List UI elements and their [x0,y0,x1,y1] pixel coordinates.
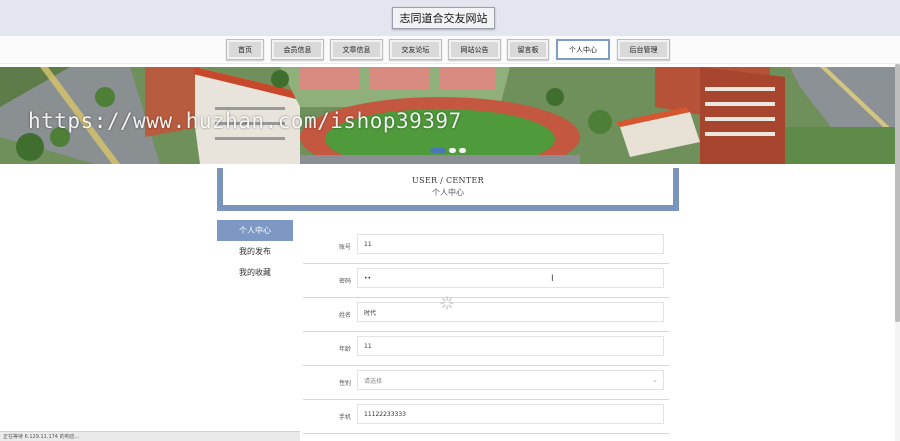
section-title-en: USER / CENTER [412,176,484,185]
chevron-down-icon: ⌄ [652,376,658,384]
sidebar-item-my-favorites[interactable]: 我的收藏 [217,262,293,283]
form-row-account: 账号 11 [303,230,669,264]
browser-status-bar: 正在等待 6.129.11.174 的响应... [0,431,300,441]
form-row-age: 年龄 11 [303,332,669,366]
password-field[interactable]: •• [357,268,664,288]
account-field[interactable]: 11 [357,234,664,254]
nav-articles[interactable]: 文章信息 [330,39,383,60]
form-row-phone: 手机 11122233333 [303,400,669,434]
nav-admin[interactable]: 后台管理 [617,39,670,60]
nav-announcements[interactable]: 网站公告 [448,39,501,60]
form-row-password: 密码 •• [303,264,669,298]
status-text: 正在等待 6.129.11.174 的响应... [3,434,80,440]
watermark-text: https://www.huzhan.com/ishop39397 [28,109,462,133]
form-row-name: 姓名 时代 [303,298,669,332]
loading-spinner-icon [440,296,454,310]
profile-form: 账号 11 密码 •• 姓名 时代 年龄 11 性别 请选择 ⌄ 手机 1112… [303,230,669,434]
section-header: USER / CENTER 个人中心 [217,168,679,211]
password-label: 密码 [338,278,351,285]
nav-forum[interactable]: 交友论坛 [389,39,442,60]
name-field[interactable]: 时代 [357,302,664,322]
section-title-cn: 个人中心 [432,188,464,197]
gender-select-value: 请选择 [364,377,383,385]
nav-user-center[interactable]: 个人中心 [556,39,610,60]
top-header: 志同道合交友网站 [0,0,900,36]
nav-guestbook[interactable]: 留言板 [507,39,549,60]
user-sidebar: 个人中心 我的发布 我的收藏 [217,220,293,283]
gender-select[interactable]: 请选择 ⌄ [357,370,664,390]
main-nav: 首页 会员信息 文章信息 交友论坛 网站公告 留言板 个人中心 后台管理 [0,36,900,64]
account-label: 账号 [338,244,351,251]
age-label: 年龄 [338,346,351,353]
phone-label: 手机 [338,414,351,421]
scrollbar-thumb[interactable] [895,64,900,322]
carousel-dot-3[interactable] [459,148,466,153]
sidebar-item-my-posts[interactable]: 我的发布 [217,241,293,262]
age-field[interactable]: 11 [357,336,664,356]
form-row-gender: 性别 请选择 ⌄ [303,366,669,400]
text-cursor-icon: I [551,274,554,284]
gender-label: 性别 [338,380,351,387]
site-title[interactable]: 志同道合交友网站 [392,7,495,29]
nav-home[interactable]: 首页 [226,39,264,60]
nav-members[interactable]: 会员信息 [271,39,324,60]
phone-field[interactable]: 11122233333 [357,404,664,424]
carousel-indicators [430,148,466,153]
carousel-dot-2[interactable] [449,148,456,153]
sidebar-item-user-center[interactable]: 个人中心 [217,220,293,241]
carousel-dot-1[interactable] [430,148,446,153]
name-label: 姓名 [338,312,351,319]
